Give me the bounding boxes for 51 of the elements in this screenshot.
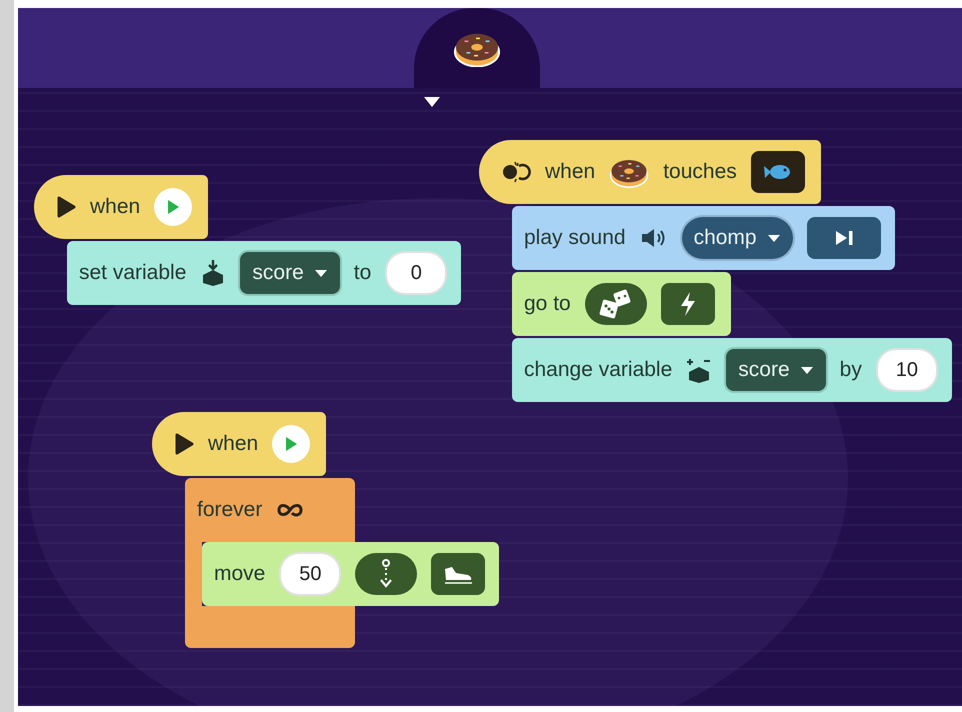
block-label: forever <box>197 498 262 522</box>
block-label: play sound <box>524 226 626 250</box>
move-block[interactable]: move 50 <box>202 542 500 606</box>
caret-icon <box>766 234 781 242</box>
play-sound-button[interactable] <box>806 217 881 259</box>
forever-block[interactable]: forever <box>185 478 355 542</box>
box-plus-minus-icon <box>686 356 712 384</box>
caret-icon <box>423 96 441 108</box>
sprite-button[interactable] <box>750 151 805 193</box>
number-field[interactable]: 0 <box>385 251 448 295</box>
sound-block[interactable]: play sound chomp <box>512 206 895 270</box>
block-label: by <box>840 358 862 382</box>
number-field[interactable]: 50 <box>279 552 342 596</box>
play-icon <box>56 196 76 218</box>
when-block[interactable]: when <box>34 175 208 239</box>
variable-dropdown[interactable]: score <box>726 349 826 391</box>
block-label: to <box>354 261 372 285</box>
lightning-icon <box>678 291 697 317</box>
block-label: change variable <box>524 358 672 382</box>
when-block[interactable]: when <box>152 412 326 476</box>
sprite-menu-caret[interactable] <box>423 96 441 108</box>
play-icon <box>166 199 180 215</box>
collision-icon <box>501 160 531 184</box>
start-button[interactable] <box>154 188 192 226</box>
block-label: touches <box>663 160 737 184</box>
fish-icon <box>762 162 793 182</box>
number-field[interactable]: 10 <box>876 348 938 392</box>
when-block[interactable]: when touches <box>479 140 821 204</box>
play-icon <box>284 436 298 452</box>
random-button[interactable] <box>584 283 647 325</box>
walk-button[interactable] <box>431 553 486 595</box>
block-label: when <box>208 432 258 456</box>
go-to-block[interactable]: go to <box>512 272 731 336</box>
caret-icon <box>800 366 814 374</box>
loop-icon <box>276 501 304 519</box>
block-label: when <box>545 160 596 184</box>
lightning-button[interactable] <box>660 283 715 325</box>
start-button[interactable] <box>272 425 310 463</box>
arrow-down-icon <box>378 559 394 589</box>
caret-icon <box>314 268 328 278</box>
play-icon <box>174 433 194 455</box>
direction-button[interactable] <box>355 553 418 595</box>
block-label: go to <box>524 292 571 316</box>
block-label: when <box>90 195 140 219</box>
variable-block[interactable]: set variable score to 0 <box>67 241 462 305</box>
variable-dropdown[interactable]: score <box>240 252 340 294</box>
variable-block[interactable]: change variable score by 10 <box>512 338 952 402</box>
sprite-tab[interactable] <box>414 8 540 88</box>
sound-dropdown[interactable]: chomp <box>682 217 793 259</box>
block-label: move <box>214 562 266 586</box>
block-label: set variable <box>79 261 186 285</box>
